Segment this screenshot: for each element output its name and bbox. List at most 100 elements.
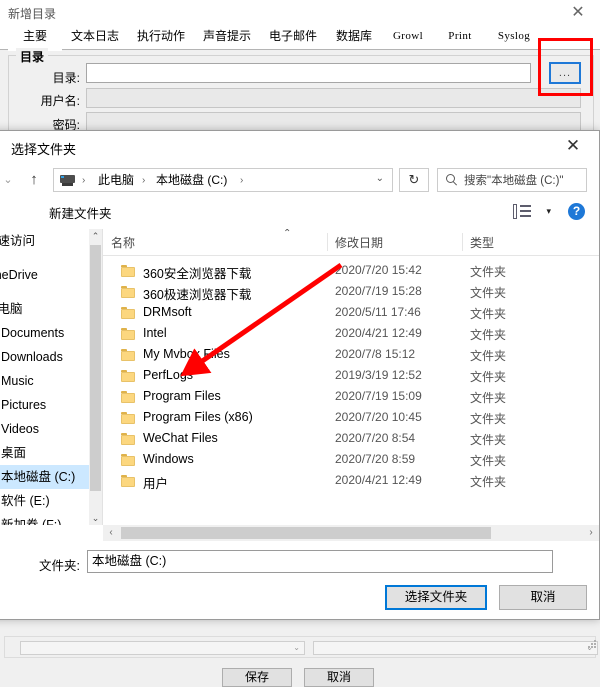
- tab-2[interactable]: 执行动作: [128, 25, 194, 49]
- sidebar-item-1[interactable]: OneDrive: [0, 263, 101, 287]
- column-divider[interactable]: [327, 233, 328, 251]
- sidebar-item-9[interactable]: 本地磁盘 (C:): [0, 465, 101, 489]
- search-placeholder: 搜索"本地磁盘 (C:)": [464, 175, 564, 187]
- file-list-horizontal-scrollbar[interactable]: ‹ ›: [103, 525, 599, 541]
- tab-5[interactable]: 数据库: [326, 25, 382, 49]
- table-row[interactable]: DRMsoft 2020/5/11 17:46 文件夹: [103, 303, 599, 324]
- view-dropdown-caret-icon[interactable]: ▾: [546, 206, 551, 217]
- tab-3[interactable]: 声音提示: [194, 25, 260, 49]
- scroll-up-icon[interactable]: ⌃: [89, 229, 102, 243]
- folder-icon: [121, 349, 135, 361]
- dialog-toolbar: ▾ 新建文件夹 ▾ ?: [0, 197, 599, 227]
- file-type: 文件夹: [470, 412, 507, 426]
- highlight-annotation-box: [538, 38, 593, 96]
- file-list-column-header: 名称 修改日期 类型 ⌃: [103, 229, 599, 256]
- table-row[interactable]: 360安全浏览器下载 2020/7/20 15:42 文件夹: [103, 261, 599, 282]
- tab-4[interactable]: 电子邮件: [260, 25, 326, 49]
- scroll-left-icon[interactable]: ‹: [103, 525, 119, 541]
- file-type: 文件夹: [470, 370, 507, 384]
- table-row[interactable]: Program Files 2020/7/19 15:09 文件夹: [103, 387, 599, 408]
- file-type: 文件夹: [470, 475, 507, 489]
- file-modified-date: 2019/3/19 12:52: [335, 368, 422, 382]
- resize-grip[interactable]: [587, 640, 597, 650]
- new-folder-button[interactable]: 新建文件夹: [49, 203, 112, 222]
- file-type: 文件夹: [470, 328, 507, 342]
- help-icon[interactable]: ?: [568, 203, 585, 220]
- table-row[interactable]: My Mvbox Files 2020/7/8 15:12 文件夹: [103, 345, 599, 366]
- table-row[interactable]: 360极速浏览器下载 2020/7/19 15:28 文件夹: [103, 282, 599, 303]
- sort-ascending-icon: ⌃: [283, 229, 292, 239]
- tab-8[interactable]: Syslog: [486, 25, 542, 49]
- scroll-right-icon[interactable]: ›: [583, 525, 599, 541]
- sidebar-scroll-thumb[interactable]: [90, 245, 101, 491]
- username-input[interactable]: [86, 88, 581, 108]
- table-row[interactable]: Windows 2020/7/20 8:59 文件夹: [103, 450, 599, 471]
- sidebar-item-10[interactable]: 软件 (E:): [0, 489, 101, 513]
- select-folder-dialog: 选择文件夹 ✕ ← ⌄ ↑ › 此电脑 › 本地磁盘 (C:) › ⌄ ↻ 搜索…: [0, 130, 600, 620]
- sidebar-item-7[interactable]: Videos: [0, 417, 101, 441]
- sidebar-item-8[interactable]: 桌面: [0, 441, 101, 465]
- directory-groupbox-legend: 目录: [16, 48, 49, 65]
- file-modified-date: 2020/4/21 12:49: [335, 473, 422, 487]
- save-button[interactable]: 保存: [222, 668, 292, 687]
- file-dialog-footer: 文件夹: 本地磁盘 (C:) 选择文件夹 取消: [0, 541, 599, 619]
- chevron-down-icon: ⌄: [293, 643, 300, 652]
- up-icon[interactable]: ↑: [21, 167, 47, 193]
- directory-input[interactable]: [86, 63, 531, 83]
- table-row[interactable]: 用户 2020/4/21 12:49 文件夹: [103, 471, 599, 492]
- table-row[interactable]: WeChat Files 2020/7/20 8:54 文件夹: [103, 429, 599, 450]
- sidebar-item-2[interactable]: 此电脑: [0, 297, 101, 321]
- file-name: Windows: [143, 452, 194, 466]
- scroll-down-icon[interactable]: ⌄: [89, 511, 102, 525]
- column-header-1[interactable]: 修改日期: [335, 234, 383, 251]
- chevron-down-icon[interactable]: ⌄: [376, 173, 384, 184]
- background-combo-right[interactable]: ⌄: [313, 641, 598, 655]
- folder-icon: [121, 412, 135, 424]
- folder-field-label: 文件夹:: [39, 559, 80, 573]
- breadcrumb-item-local-disk[interactable]: 本地磁盘 (C:): [156, 172, 227, 189]
- file-name: DRMsoft: [143, 305, 192, 319]
- file-dialog-titlebar: 选择文件夹 ✕: [0, 131, 599, 161]
- username-field-label: 用户名:: [40, 94, 80, 108]
- cancel-button[interactable]: 取消: [499, 585, 587, 610]
- breadcrumb-separator: ›: [82, 175, 86, 186]
- file-name: 360安全浏览器下载: [143, 267, 252, 281]
- password-input[interactable]: [86, 112, 581, 132]
- tab-6[interactable]: Growl: [382, 25, 434, 49]
- tab-7[interactable]: Print: [434, 25, 486, 49]
- hscroll-thumb[interactable]: [121, 527, 491, 539]
- column-header-2[interactable]: 类型: [470, 234, 494, 251]
- sidebar-item-5[interactable]: Music: [0, 369, 101, 393]
- select-folder-button[interactable]: 选择文件夹: [385, 585, 487, 610]
- sidebar-item-6[interactable]: Pictures: [0, 393, 101, 417]
- history-dropdown-icon[interactable]: ⌄: [0, 167, 21, 193]
- sidebar-item-4[interactable]: Downloads: [0, 345, 101, 369]
- folder-icon: [121, 391, 135, 403]
- search-input[interactable]: 搜索"本地磁盘 (C:)": [437, 168, 587, 192]
- address-bar[interactable]: › 此电脑 › 本地磁盘 (C:) › ⌄: [53, 168, 393, 192]
- folder-icon: [121, 475, 135, 487]
- sidebar-item-3[interactable]: Documents: [0, 321, 101, 345]
- cancel-button[interactable]: 取消: [304, 668, 374, 687]
- background-combo-left[interactable]: ⌄: [20, 641, 305, 655]
- tab-1[interactable]: 文本日志: [62, 25, 128, 49]
- close-icon[interactable]: ✕: [561, 135, 585, 157]
- close-icon[interactable]: ✕: [568, 3, 588, 23]
- column-divider[interactable]: [462, 233, 463, 251]
- table-row[interactable]: Intel 2020/4/21 12:49 文件夹: [103, 324, 599, 345]
- table-row[interactable]: Program Files (x86) 2020/7/20 10:45 文件夹: [103, 408, 599, 429]
- breadcrumb-separator: ›: [142, 175, 146, 186]
- file-name: Program Files (x86): [143, 410, 253, 424]
- column-header-0[interactable]: 名称: [111, 234, 135, 251]
- folder-icon: [121, 307, 135, 319]
- breadcrumb-item-this-pc[interactable]: 此电脑: [98, 172, 134, 189]
- table-row[interactable]: PerfLogs 2019/3/19 12:52 文件夹: [103, 366, 599, 387]
- sidebar-item-11[interactable]: 新加卷 (F:): [0, 513, 101, 525]
- places-sidebar: 快速访问 OneDrive 此电脑DocumentsDownloadsMusicPi…: [0, 229, 101, 525]
- folder-name-input[interactable]: 本地磁盘 (C:): [87, 550, 553, 573]
- sidebar-scrollbar[interactable]: ⌃ ⌄: [89, 229, 102, 525]
- sidebar-item-0[interactable]: 快速访问: [0, 229, 101, 253]
- file-type: 文件夹: [470, 265, 507, 279]
- refresh-icon[interactable]: ↻: [399, 168, 429, 192]
- view-layout-icon[interactable]: [513, 204, 531, 220]
